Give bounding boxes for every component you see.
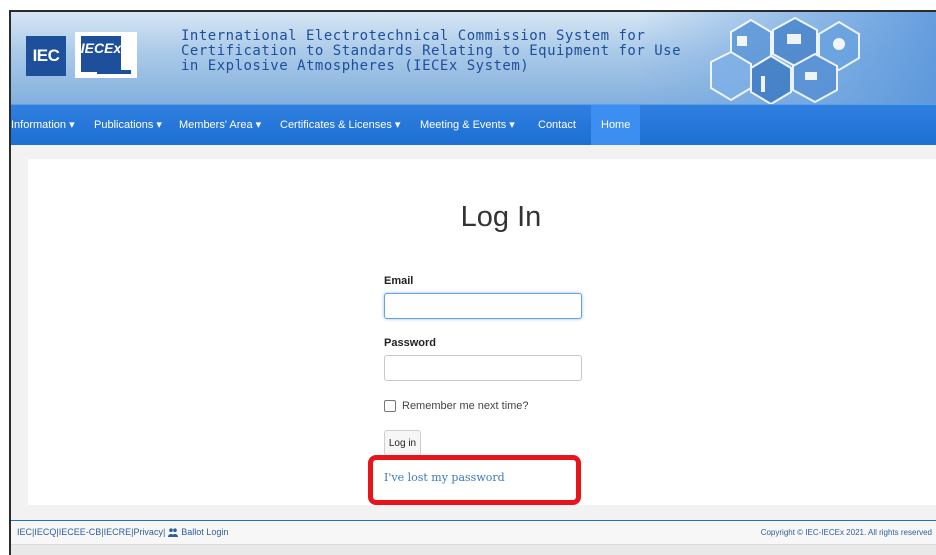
site-title-line-2: Certification to Standards Relating to E… xyxy=(181,43,682,59)
footer-link-iec[interactable]: IEC xyxy=(17,527,32,537)
remember-me-row[interactable]: Remember me next time? xyxy=(384,400,529,412)
highlight-annotation xyxy=(368,455,581,505)
footer-link-ballot-login[interactable]: Ballot Login xyxy=(181,527,228,537)
nav-contact[interactable]: Contact xyxy=(538,105,576,145)
password-label: Password xyxy=(384,337,436,349)
login-panel: Log In Email Password Remember me next t… xyxy=(28,159,936,505)
footer-links: IEC | IECQ | IECEE-CB | IECRE | Privacy … xyxy=(17,527,228,537)
nav-members-area[interactable]: Members' Area ▾ xyxy=(179,105,261,145)
iecex-logo[interactable]: IECEx xyxy=(75,32,137,78)
site-title: International Electrotechnical Commissio… xyxy=(181,28,682,74)
footer-separator: | xyxy=(162,527,166,537)
nav-home[interactable]: Home xyxy=(591,105,641,145)
people-icon xyxy=(168,527,179,537)
nav-certificates-licenses[interactable]: Certificates & Licenses ▾ xyxy=(280,105,400,145)
footer-link-privacy[interactable]: Privacy xyxy=(133,527,163,537)
bottom-band xyxy=(11,544,936,555)
footer-link-iecq[interactable]: IECQ xyxy=(34,527,56,537)
email-label: Email xyxy=(384,275,414,287)
remember-me-checkbox[interactable] xyxy=(384,400,396,412)
site-header: IEC IECEx International Electrotechnical… xyxy=(11,12,936,104)
main-nav: Information ▾ Publications ▾ Members' Ar… xyxy=(11,104,936,145)
browser-frame: IEC IECEx International Electrotechnical… xyxy=(9,10,936,555)
nav-publications[interactable]: Publications ▾ xyxy=(94,105,162,145)
site-footer: IEC | IECQ | IECEE-CB | IECRE | Privacy … xyxy=(11,520,936,545)
iecex-logo-text: IECEx xyxy=(81,36,121,72)
remember-me-label[interactable]: Remember me next time? xyxy=(402,400,529,412)
footer-link-iecee-cb[interactable]: IECEE-CB xyxy=(59,527,102,537)
iec-logo[interactable]: IEC xyxy=(26,36,66,76)
copyright-text: Copyright © IEC-IECEx 2021. All rights r… xyxy=(760,528,932,537)
nav-information[interactable]: Information ▾ xyxy=(11,105,75,145)
site-title-line-3: in Explosive Atmospheres (IECEx System) xyxy=(181,58,530,74)
login-button[interactable]: Log in xyxy=(384,430,421,456)
page-title: Log In xyxy=(460,201,542,233)
iecex-logo-underline xyxy=(97,70,131,74)
password-field[interactable] xyxy=(384,355,582,381)
nav-meeting-events[interactable]: Meeting & Events ▾ xyxy=(420,105,515,145)
site-title-line-1: International Electrotechnical Commissio… xyxy=(181,28,646,44)
footer-link-iecre[interactable]: IECRE xyxy=(104,527,132,537)
email-field[interactable] xyxy=(384,293,582,319)
header-hexagon-graphic xyxy=(710,16,860,104)
